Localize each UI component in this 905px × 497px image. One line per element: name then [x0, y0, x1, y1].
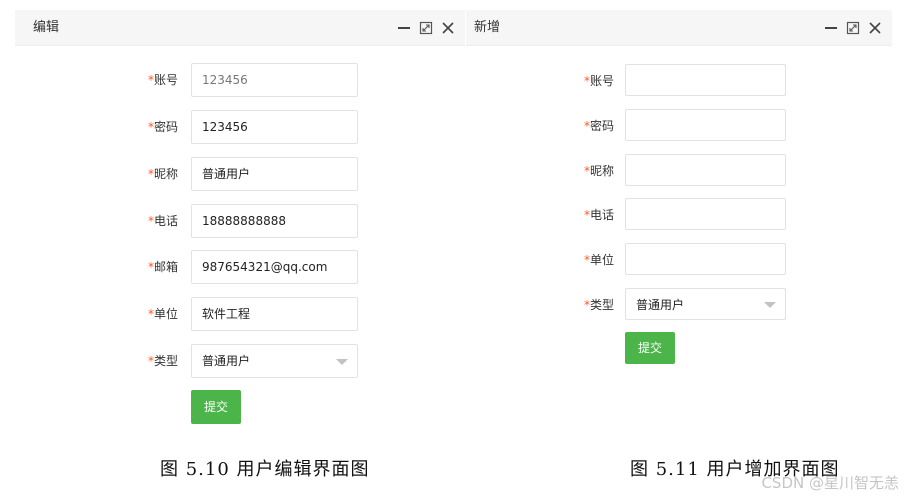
- dropdown-arrow-icon: [764, 302, 776, 308]
- watermark: CSDN @星川智无恙: [761, 474, 899, 492]
- type-select-value: 普通用户: [636, 298, 685, 312]
- phone-label: *电话: [584, 208, 615, 222]
- password-label: *密码: [148, 120, 179, 134]
- password-input[interactable]: 123456: [191, 110, 358, 144]
- type-label: *类型: [584, 298, 615, 312]
- nickname-label: *昵称: [584, 164, 615, 178]
- account-input[interactable]: [625, 64, 786, 96]
- type-label: *类型: [148, 354, 179, 368]
- add-dialog-titlebar[interactable]: 新增: [466, 10, 892, 46]
- form-row-nickname: *昵称: [466, 154, 892, 188]
- form-row-email: *邮箱 987654321@qq.com: [15, 250, 465, 284]
- password-input[interactable]: [625, 109, 786, 141]
- close-icon[interactable]: [437, 17, 459, 39]
- submit-button[interactable]: 提交: [191, 390, 241, 424]
- form-row-phone: *电话 18888888888: [15, 204, 465, 238]
- form-row-unit: *单位: [466, 243, 892, 277]
- phone-input[interactable]: [625, 198, 786, 230]
- edit-dialog-titlebar[interactable]: 编辑: [15, 10, 465, 46]
- email-input[interactable]: 987654321@qq.com: [191, 250, 358, 284]
- form-row-nickname: *昵称 普通用户: [15, 157, 465, 191]
- type-select[interactable]: 普通用户: [625, 288, 786, 320]
- add-dialog-title: 新增: [474, 20, 501, 35]
- form-row-type: *类型 普通用户: [15, 344, 465, 378]
- unit-input[interactable]: [625, 243, 786, 275]
- minimize-icon[interactable]: [820, 17, 842, 39]
- close-icon[interactable]: [864, 17, 886, 39]
- account-label: *账号: [148, 73, 179, 87]
- edit-window-controls: [393, 10, 459, 46]
- add-dialog: 新增 *账号 *密码 *昵称 *电话 *单位 *类型 普通用户 提交: [466, 10, 892, 440]
- form-row-account: *账号: [466, 64, 892, 98]
- maximize-icon[interactable]: [842, 17, 864, 39]
- account-input[interactable]: 123456: [191, 63, 358, 97]
- type-select[interactable]: 普通用户: [191, 344, 358, 378]
- unit-label: *单位: [584, 253, 615, 267]
- unit-input[interactable]: 软件工程: [191, 297, 358, 331]
- type-select-value: 普通用户: [202, 354, 251, 368]
- form-row-phone: *电话: [466, 198, 892, 232]
- account-label: *账号: [584, 74, 615, 88]
- phone-input[interactable]: 18888888888: [191, 204, 358, 238]
- form-row-account: *账号 123456: [15, 63, 465, 97]
- form-row-password: *密码 123456: [15, 110, 465, 144]
- submit-button[interactable]: 提交: [625, 332, 675, 364]
- nickname-input[interactable]: [625, 154, 786, 186]
- edit-dialog: 编辑 *账号 123456 *密码 123456 *昵称 普通用户 *电话 18…: [15, 10, 465, 440]
- dropdown-arrow-icon: [336, 359, 348, 365]
- phone-label: *电话: [148, 214, 179, 228]
- email-label: *邮箱: [148, 260, 179, 274]
- form-row-type: *类型 普通用户: [466, 288, 892, 322]
- figure-caption-left: 图 5.10 用户编辑界面图: [160, 459, 370, 480]
- nickname-input[interactable]: 普通用户: [191, 157, 358, 191]
- edit-dialog-title: 编辑: [33, 20, 60, 35]
- nickname-label: *昵称: [148, 167, 179, 181]
- maximize-icon[interactable]: [415, 17, 437, 39]
- form-row-password: *密码: [466, 109, 892, 143]
- minimize-icon[interactable]: [393, 17, 415, 39]
- form-row-unit: *单位 软件工程: [15, 297, 465, 331]
- unit-label: *单位: [148, 307, 179, 321]
- add-window-controls: [820, 10, 886, 46]
- password-label: *密码: [584, 119, 615, 133]
